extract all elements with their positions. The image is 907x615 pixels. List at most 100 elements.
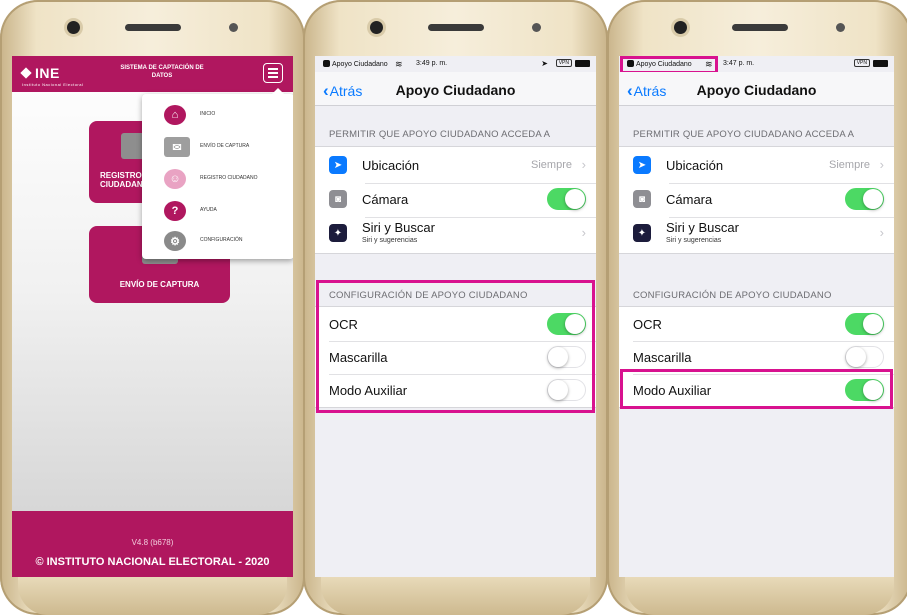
- battery-icon: [873, 60, 888, 67]
- menu-item-configuracion[interactable]: ⚙ CONFIGURACIÓN: [142, 228, 293, 254]
- menu-item-label: ENVÍO DE CAPTURA: [200, 143, 250, 149]
- menu-item-registro-ciudadano[interactable]: ☺ REGISTRO CIUDADANO: [142, 166, 293, 192]
- copyright-text: © INSTITUTO NACIONAL ELECTORAL - 2020: [35, 556, 270, 568]
- front-camera-icon: [674, 21, 688, 34]
- status-bar: Apoyo Ciudadano ≋ 3:49 p. m. ➤ VPN: [315, 56, 596, 72]
- row-label: Cámara: [362, 192, 409, 207]
- row-camara: ◙ Cámara: [619, 183, 894, 215]
- logo-text: INE: [35, 65, 60, 81]
- navigation-bar: ‹Atrás Apoyo Ciudadano: [315, 72, 596, 106]
- menu-item-ayuda[interactable]: ? AYUDA: [142, 198, 293, 224]
- status-time: 3:49 p. m.: [416, 60, 448, 67]
- chevron-right-icon: ›: [879, 157, 884, 172]
- nav-title: Apoyo Ciudadano: [696, 82, 817, 98]
- vpn-badge: VPN: [853, 59, 870, 67]
- row-sublabel: Siri y sugerencias: [362, 237, 418, 244]
- highlight-box-modo-auxiliar: [620, 369, 893, 409]
- chevron-right-icon: ›: [879, 225, 884, 240]
- highlight-box: [316, 280, 595, 413]
- sensor-icon: [228, 23, 238, 32]
- envelope-icon: ✉: [164, 137, 190, 157]
- row-label: Ubicación: [666, 158, 724, 173]
- mascarilla-toggle[interactable]: [845, 346, 884, 368]
- hamburger-menu-icon[interactable]: [263, 63, 283, 83]
- row-ocr: OCR: [619, 308, 894, 340]
- front-camera-icon: [67, 21, 81, 34]
- location-arrow-icon: ➤: [541, 59, 548, 68]
- composite-screenshot: INE Instituto Nacional Electoral SISTEMA …: [0, 0, 907, 615]
- menu-item-label: AYUDA: [200, 207, 217, 213]
- help-icon: ?: [164, 201, 186, 221]
- wifi-icon: ≋: [395, 59, 403, 69]
- camera-icon: ◙: [329, 190, 347, 208]
- row-label: Siri y Buscar: [666, 220, 739, 235]
- row-siri[interactable]: ✦ Siri y Buscar Siri y sugerencias ›: [619, 217, 894, 249]
- ine-logo-icon: [20, 67, 32, 79]
- back-app-label: Apoyo Ciudadano: [332, 61, 388, 68]
- camera-icon: ◙: [633, 190, 651, 208]
- chevron-right-icon: ›: [581, 225, 586, 240]
- phone-ios-settings-before: Apoyo Ciudadano ≋ 3:49 p. m. ➤ VPN ‹Atrá…: [303, 0, 608, 615]
- location-arrow-icon: ➤: [329, 156, 347, 174]
- menu-item-inicio[interactable]: ⌂ INICIO: [142, 102, 293, 128]
- row-ubicacion[interactable]: ➤ Ubicación Siempre ›: [315, 149, 596, 181]
- chevron-right-icon: ›: [581, 157, 586, 172]
- row-label: Mascarilla: [633, 350, 692, 365]
- location-arrow-icon: ➤: [633, 156, 651, 174]
- app-version: V4.8 (b678): [131, 538, 174, 547]
- citizen-icon: ☺: [164, 169, 186, 189]
- app-footer: V4.8 (b678) © INSTITUTO NACIONAL ELECTOR…: [12, 511, 293, 577]
- back-to-app-link[interactable]: Apoyo Ciudadano: [323, 60, 388, 68]
- section-header-permissions: PERMITIR QUE APOYO CIUDADANO ACCEDA A: [633, 129, 855, 140]
- phone-ios-settings-after: Apoyo Ciudadano ≋ 3:47 p. m. VPN ‹Atrás …: [607, 0, 907, 615]
- row-label: Cámara: [666, 192, 713, 207]
- dropdown-menu: ⌂ INICIO ✉ ENVÍO DE CAPTURA ☺ REGISTRO C…: [142, 88, 293, 259]
- row-label: Siri y Buscar: [362, 220, 435, 235]
- permissions-group: ➤ Ubicación Siempre › ◙ Cámara ✦ Siri y …: [619, 146, 894, 254]
- menu-item-envio-captura[interactable]: ✉ ENVÍO DE CAPTURA: [142, 134, 293, 160]
- row-sublabel: Siri y sugerencias: [666, 237, 722, 244]
- row-ubicacion[interactable]: ➤ Ubicación Siempre ›: [619, 149, 894, 181]
- siri-icon: ✦: [633, 224, 651, 242]
- tile-label: ENVÍO DE CAPTURA: [119, 280, 200, 289]
- camara-toggle[interactable]: [845, 188, 884, 210]
- siri-icon: ✦: [329, 224, 347, 242]
- phone-chin: [625, 577, 894, 615]
- status-time: 3:47 p. m.: [723, 60, 755, 67]
- camara-toggle[interactable]: [547, 188, 586, 210]
- header-title: SISTEMA DE CAPTACIÓN DE DATOS: [120, 65, 204, 79]
- nav-title: Apoyo Ciudadano: [395, 82, 516, 98]
- row-value: Siempre: [829, 159, 870, 171]
- app-header: INE Instituto Nacional Electoral SISTEMA …: [12, 56, 293, 92]
- vpn-badge: VPN: [555, 59, 572, 67]
- row-camara: ◙ Cámara: [315, 183, 596, 215]
- logo-subtext: Instituto Nacional Electoral: [22, 82, 84, 87]
- row-label: OCR: [633, 317, 662, 332]
- settings-screen: Apoyo Ciudadano ≋ 3:49 p. m. ➤ VPN ‹Atrá…: [315, 56, 596, 577]
- row-value: Siempre: [531, 159, 572, 171]
- app-screen: INE Instituto Nacional Electoral SISTEMA …: [12, 56, 293, 577]
- sensor-icon: [835, 23, 845, 32]
- navigation-bar: ‹Atrás Apoyo Ciudadano: [619, 72, 894, 106]
- menu-item-label: INICIO: [200, 111, 216, 117]
- phone-chin: [321, 577, 590, 615]
- ine-logo: INE Instituto Nacional Electoral: [20, 65, 84, 87]
- sensor-icon: [531, 23, 541, 32]
- phone-chin: [18, 577, 287, 615]
- section-header-config: CONFIGURACIÓN DE APOYO CIUDADANO: [633, 290, 832, 301]
- section-header-permissions: PERMITIR QUE APOYO CIUDADANO ACCEDA A: [329, 129, 551, 140]
- permissions-group: ➤ Ubicación Siempre › ◙ Cámara ✦ Siri y …: [315, 146, 596, 254]
- gears-icon: ⚙: [164, 231, 186, 251]
- speaker-grille: [731, 24, 788, 31]
- battery-icon: [575, 60, 590, 67]
- settings-screen: Apoyo Ciudadano ≋ 3:47 p. m. VPN ‹Atrás …: [619, 56, 894, 577]
- speaker-grille: [124, 24, 181, 31]
- phone-android-app: INE Instituto Nacional Electoral SISTEMA …: [0, 0, 305, 615]
- home-icon: ⌂: [164, 105, 186, 125]
- front-camera-icon: [370, 21, 384, 34]
- ocr-toggle[interactable]: [845, 313, 884, 335]
- speaker-grille: [427, 24, 484, 31]
- row-siri[interactable]: ✦ Siri y Buscar Siri y sugerencias ›: [315, 217, 596, 249]
- menu-item-label: REGISTRO CIUDADANO: [200, 175, 258, 181]
- row-label: Ubicación: [362, 158, 420, 173]
